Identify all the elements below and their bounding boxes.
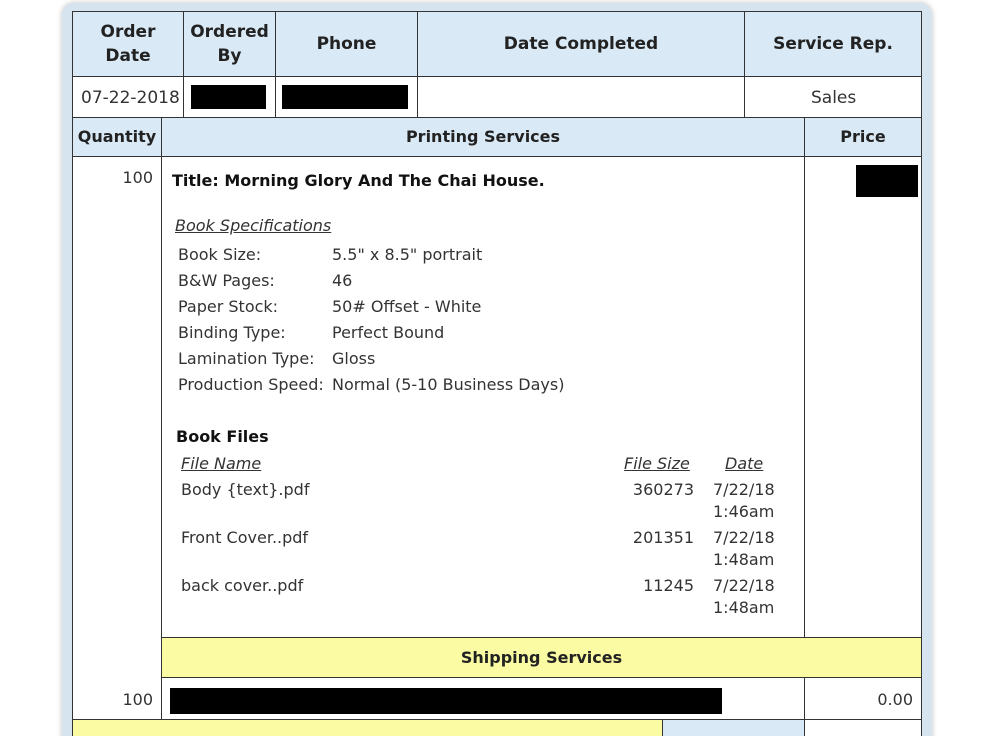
date-completed-cell [417, 76, 745, 118]
file-size-column-header: File Size [624, 454, 690, 473]
shipping-detail-cell [161, 677, 805, 720]
order-date-value: 07-22-2018 [81, 88, 180, 108]
header-printing-services: Printing Services [161, 117, 805, 157]
file-date: 7/22/18 [713, 576, 775, 595]
header-phone: Phone [275, 11, 418, 77]
file-size: 201351 [632, 528, 694, 547]
order-date-cell: 07-22-2018 [72, 76, 184, 118]
file-size: 360273 [632, 480, 694, 499]
next-section-value-cell [804, 719, 922, 736]
shipping-price: 0.00 [877, 690, 913, 709]
header-quantity-label: Quantity [77, 127, 157, 146]
next-section-row [72, 719, 663, 736]
shipping-price-cell: 0.00 [804, 677, 922, 720]
header-quantity: Quantity [72, 117, 162, 157]
header-order-date-label: Order Date [100, 22, 156, 66]
header-date-completed-label: Date Completed [503, 34, 659, 54]
service-rep-value: Sales [811, 88, 857, 108]
book-files-heading: Book Files [176, 427, 269, 446]
file-date: 7/22/18 [713, 480, 775, 499]
header-service-rep-label: Service Rep. [773, 34, 893, 54]
spec-value: Normal (5-10 Business Days) [332, 375, 565, 394]
header-price-label: Price [840, 127, 886, 146]
next-section-label-cell [662, 719, 805, 736]
ordered-by-cell [183, 76, 276, 118]
spec-label: Paper Stock: [178, 297, 279, 316]
header-phone-label: Phone [316, 34, 377, 54]
phone-cell [275, 76, 418, 118]
header-ordered-by: Ordered By [183, 11, 276, 77]
spec-label: B&W Pages: [178, 271, 275, 290]
redacted-phone [282, 85, 408, 109]
printing-services-detail: Title: Morning Glory And The Chai House.… [161, 156, 805, 638]
header-printing-services-label: Printing Services [405, 127, 561, 146]
file-date: 7/22/18 [713, 528, 775, 547]
quantity-column: 100 100 [72, 156, 162, 720]
header-price: Price [804, 117, 922, 157]
file-time: 1:48am [713, 598, 775, 617]
file-name[interactable]: Body {text}.pdf [181, 480, 309, 499]
redacted-printing-price [856, 165, 918, 197]
header-order-date: Order Date [72, 11, 184, 77]
header-ordered-by-label: Ordered By [190, 22, 269, 66]
shipping-quantity: 100 [122, 690, 153, 709]
book-specifications-heading: Book Specifications [175, 216, 332, 235]
header-service-rep: Service Rep. [744, 11, 922, 77]
spec-value: 50# Offset - White [332, 297, 482, 316]
file-date-column-header: Date [725, 454, 764, 473]
file-time: 1:46am [713, 502, 775, 521]
spec-label: Production Speed: [178, 375, 324, 394]
printing-price-cell [804, 156, 922, 638]
spec-label: Book Size: [178, 245, 262, 264]
file-name[interactable]: back cover..pdf [181, 576, 303, 595]
file-name-column-header: File Name [181, 454, 262, 473]
book-title: Title: Morning Glory And The Chai House. [172, 171, 545, 190]
spec-label: Binding Type: [178, 323, 286, 342]
printing-quantity: 100 [122, 168, 153, 187]
file-time: 1:48am [713, 550, 775, 569]
header-date-completed: Date Completed [417, 11, 745, 77]
spec-label: Lamination Type: [178, 349, 315, 368]
spec-value: Perfect Bound [332, 323, 445, 342]
spec-value: 5.5" x 8.5" portrait [332, 245, 483, 264]
shipping-services-heading: Shipping Services [161, 637, 922, 678]
file-size: 11245 [643, 576, 694, 595]
redacted-ordered-by [191, 85, 266, 109]
shipping-services-heading-label: Shipping Services [460, 648, 623, 667]
spec-value: 46 [332, 271, 353, 290]
spec-value: Gloss [332, 349, 376, 368]
redacted-shipping-method [170, 688, 722, 714]
service-rep-cell: Sales [744, 76, 922, 118]
file-name[interactable]: Front Cover..pdf [181, 528, 308, 547]
